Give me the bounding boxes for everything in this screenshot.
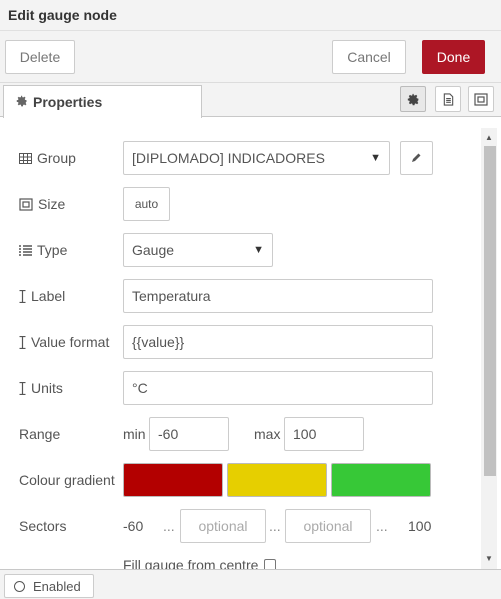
sectors-end: 100 (408, 518, 432, 534)
scroll-down-icon[interactable]: ▼ (485, 554, 493, 563)
type-label: Type (19, 240, 67, 260)
chevron-down-icon: ▼ (253, 244, 264, 256)
size-button[interactable]: auto (123, 187, 170, 221)
gear-icon (16, 94, 28, 110)
table-icon (19, 152, 32, 164)
gear-icon[interactable] (400, 86, 426, 112)
range-min-label: min (123, 426, 146, 442)
sector-1-input[interactable]: optional (180, 509, 266, 543)
pencil-icon (411, 150, 422, 166)
text-cursor-icon (19, 381, 26, 395)
sectors-separator: ... (376, 518, 388, 534)
chevron-down-icon: ▼ (370, 152, 381, 164)
label-input[interactable]: Temperatura (123, 279, 433, 313)
button-bar: Delete Cancel Done (0, 31, 501, 83)
sectors-separator: ... (269, 518, 281, 534)
sectors-separator: ... (163, 518, 175, 534)
resize-icon (19, 197, 33, 211)
cancel-button[interactable]: Cancel (332, 40, 406, 74)
value-format-input[interactable]: {{value}} (123, 325, 433, 359)
circle-icon (14, 580, 25, 592)
dialog-title: Edit gauge node (8, 7, 117, 23)
text-cursor-icon (19, 335, 26, 349)
range-min-input[interactable]: -60 (149, 417, 229, 451)
colour-gradient-label: Colour gradient (19, 472, 115, 488)
enabled-toggle[interactable]: Enabled (4, 574, 94, 598)
dialog-footer: Enabled (0, 569, 501, 599)
units-input[interactable]: °C (123, 371, 433, 405)
sectors-start: -60 (123, 518, 144, 534)
colour-picker-high[interactable] (331, 463, 431, 497)
text-cursor-icon (19, 289, 26, 303)
tab-bar: Properties (0, 83, 501, 118)
range-max-input[interactable]: 100 (284, 417, 364, 451)
edit-group-button[interactable] (400, 141, 433, 175)
colour-picker-mid[interactable] (227, 463, 327, 497)
label-label: Label (19, 286, 65, 306)
value-format-label: Value format (19, 332, 109, 352)
sectors-label: Sectors (19, 518, 67, 534)
tab-properties-label: Properties (33, 94, 103, 110)
range-max-label: max (254, 426, 281, 442)
range-label: Range (19, 426, 61, 442)
group-label: Group (19, 148, 76, 168)
scroll-up-icon[interactable]: ▲ (485, 133, 493, 142)
colour-picker-low[interactable] (123, 463, 223, 497)
units-label: Units (19, 378, 63, 398)
group-select-value: [DIPLOMADO] INDICADORES (132, 150, 325, 166)
type-select[interactable]: Gauge ▼ (123, 233, 273, 267)
group-select[interactable]: [DIPLOMADO] INDICADORES ▼ (123, 141, 390, 175)
delete-button[interactable]: Delete (5, 40, 75, 74)
appearance-icon[interactable] (468, 86, 494, 112)
dialog-header: Edit gauge node (0, 0, 501, 31)
done-button[interactable]: Done (422, 40, 485, 74)
tab-properties[interactable]: Properties (3, 85, 202, 118)
list-icon (19, 244, 32, 256)
enabled-label: Enabled (33, 578, 81, 594)
sector-2-input[interactable]: optional (285, 509, 371, 543)
size-label: Size (19, 194, 65, 214)
scrollbar-thumb[interactable] (484, 146, 496, 476)
type-select-value: Gauge (132, 242, 175, 258)
description-icon[interactable] (435, 86, 461, 112)
